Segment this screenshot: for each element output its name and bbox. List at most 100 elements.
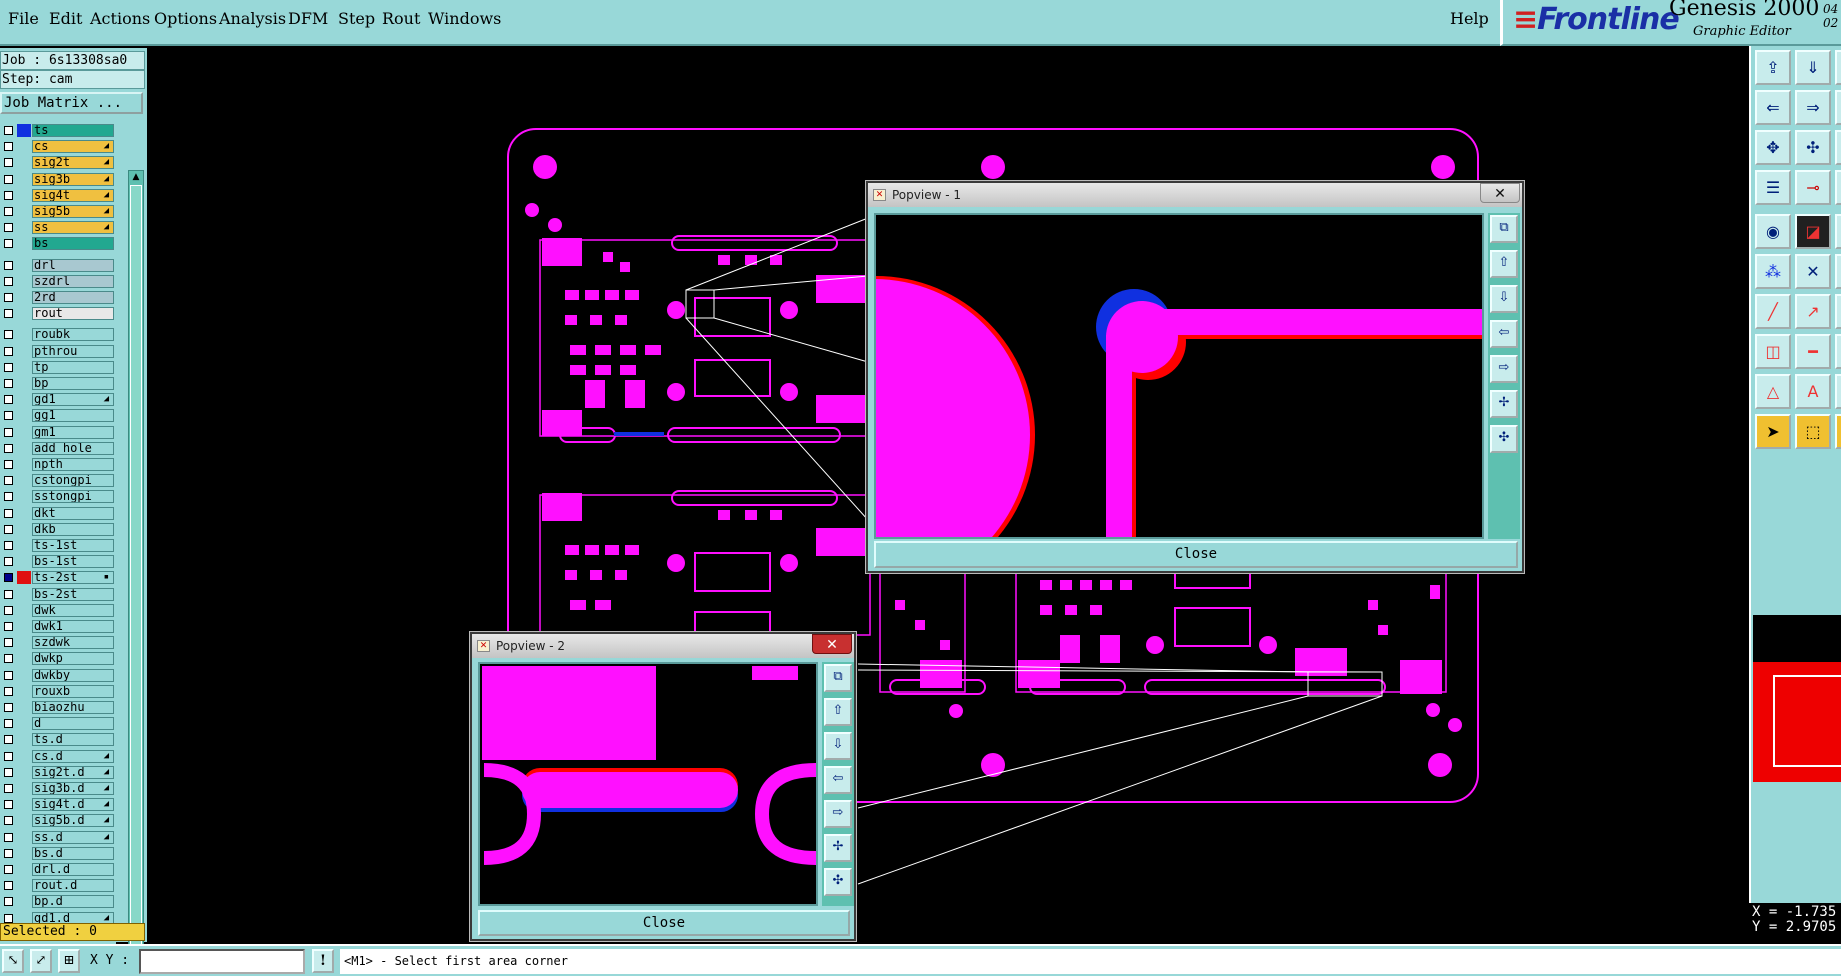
layer-row[interactable]: sig5b ◢	[0, 204, 116, 219]
layer-checkbox[interactable]	[4, 865, 13, 874]
layer-checkbox[interactable]	[4, 735, 13, 745]
scroll-thumb[interactable]	[130, 185, 142, 945]
zoom-all-icon[interactable]: ✥	[1755, 130, 1791, 165]
layer-name[interactable]: dwk1	[32, 620, 114, 633]
layer-row[interactable]: sig4t.d ◢	[0, 797, 116, 812]
layer-row[interactable]: sig2t ◢	[0, 155, 116, 170]
layer-checkbox[interactable]	[4, 719, 13, 729]
layer-row[interactable]: ts.d	[0, 732, 116, 747]
layer-name[interactable]: rout	[32, 307, 114, 321]
layer-row[interactable]: ts-1st	[0, 538, 116, 553]
popview-1-close-button[interactable]: Close	[874, 541, 1518, 568]
xy-input[interactable]	[139, 949, 305, 974]
layer-checkbox[interactable]	[4, 881, 13, 891]
layer-row[interactable]: gg1	[0, 408, 116, 423]
layer-checkbox[interactable]	[4, 589, 13, 599]
layer-row[interactable]: tp	[0, 360, 116, 375]
layer-row[interactable]: szdrl	[0, 274, 116, 289]
grid-icon[interactable]: ⊞	[58, 949, 80, 973]
layer-name[interactable]: ts.d	[32, 733, 114, 747]
layer-checkbox[interactable]	[4, 427, 13, 437]
layer-name[interactable]: npth	[32, 458, 114, 471]
layer-row[interactable]: pthrou	[0, 344, 116, 359]
layer-row[interactable]: add_hole	[0, 441, 116, 456]
minus-icon[interactable]: ━	[1795, 334, 1831, 369]
layer-row[interactable]: dkt	[0, 506, 116, 521]
properties-icon[interactable]: ☰	[1755, 170, 1791, 205]
layer-name[interactable]: dwkby	[32, 668, 114, 682]
layer-checkbox[interactable]	[4, 330, 13, 340]
text-a-icon[interactable]: A	[1795, 374, 1831, 409]
layer-checkbox[interactable]	[4, 622, 13, 631]
layer-name[interactable]: cs.d ◢	[32, 749, 114, 763]
layer-checkbox[interactable]	[4, 573, 13, 583]
layer-checkbox[interactable]	[4, 411, 13, 421]
layer-name[interactable]: sig2t.d ◢	[32, 765, 114, 779]
menu-file[interactable]: File	[8, 9, 39, 28]
pan-left-icon[interactable]: ⇦	[824, 766, 852, 794]
zoom-icon[interactable]: ✣	[1795, 130, 1831, 165]
layer-name[interactable]: cstongpi	[32, 474, 114, 488]
layer-name[interactable]: pthrou	[32, 344, 114, 358]
layer-row[interactable]: sig5b.d ◢	[0, 813, 116, 828]
layer-checkbox[interactable]	[4, 832, 13, 842]
layer-checkbox[interactable]	[4, 223, 13, 233]
layer-name[interactable]: ts-2st ▪	[32, 571, 114, 585]
layer-name[interactable]: sig4t ◢	[32, 188, 114, 202]
layer-name[interactable]: biaozhu	[32, 701, 114, 714]
pan-down-icon[interactable]: ⇩	[1490, 285, 1518, 313]
layer-name[interactable]: gm1	[32, 425, 114, 439]
layer-checkbox[interactable]	[4, 239, 13, 249]
layer-name[interactable]: bs-2st	[32, 587, 114, 601]
layer-checkbox[interactable]	[4, 158, 13, 168]
layer-row[interactable]: sstongpi	[0, 489, 116, 504]
pan-left-icon[interactable]: ⇦	[1490, 320, 1518, 348]
pan-up-icon[interactable]: ⇧	[1490, 250, 1518, 278]
menu-options[interactable]: Options	[154, 9, 217, 28]
layer-checkbox[interactable]	[4, 767, 13, 777]
layer-checkbox[interactable]	[4, 654, 13, 664]
tool-icon[interactable]: ▢	[1835, 294, 1841, 329]
tool-icon[interactable]: ▢	[1835, 50, 1841, 85]
menu-actions[interactable]: Actions	[90, 9, 150, 28]
layer-color-swatch[interactable]	[17, 571, 31, 585]
measure-icon[interactable]: ⊸	[1795, 170, 1831, 205]
menu-analysis[interactable]: Analysis	[219, 9, 286, 28]
overview-preview[interactable]	[1753, 615, 1841, 782]
layer-checkbox[interactable]	[4, 703, 13, 712]
layer-name[interactable]: ts	[32, 124, 114, 137]
layer-row[interactable]: gm1	[0, 425, 116, 440]
layer-name[interactable]: szdwk	[32, 636, 114, 650]
layer-checkbox[interactable]	[4, 362, 13, 372]
layer-name[interactable]: rout.d	[32, 879, 114, 893]
tool-icon[interactable]: ▢	[1835, 414, 1841, 449]
layer-row[interactable]: sig4t ◢	[0, 188, 116, 203]
layer-name[interactable]: bs	[32, 237, 114, 251]
layer-name[interactable]: ts-1st	[32, 539, 114, 552]
select-area-icon[interactable]: ⬚	[1795, 414, 1831, 449]
layer-name[interactable]: sstongpi	[32, 490, 114, 504]
left-arrow-icon[interactable]: ⇐	[1755, 90, 1791, 125]
zoom-out-icon[interactable]: ✣	[824, 868, 852, 896]
layer-name[interactable]: dwkp	[32, 652, 114, 666]
layer-name[interactable]: roubk	[32, 328, 114, 342]
layer-checkbox[interactable]	[4, 293, 13, 302]
node-icon[interactable]: ⁂	[1755, 254, 1791, 289]
layer-row[interactable]: bs.d	[0, 846, 116, 861]
layer-checkbox[interactable]	[4, 174, 13, 184]
tool-icon[interactable]: ▢	[1835, 90, 1841, 125]
zoom-in-icon[interactable]: ✢	[824, 834, 852, 862]
layer-row[interactable]: roubk	[0, 327, 116, 342]
layer-row[interactable]: bp	[0, 376, 116, 391]
menu-edit[interactable]: Edit	[49, 9, 82, 28]
tool-icon[interactable]: ▢	[1835, 214, 1841, 249]
layer-checkbox[interactable]	[4, 784, 13, 793]
layer-checkbox[interactable]	[4, 492, 13, 502]
layer-name[interactable]: dkt	[32, 506, 114, 520]
layer-checkbox[interactable]	[4, 751, 13, 761]
layer-row[interactable]: drl	[0, 258, 116, 273]
layer-row[interactable]: gd1 ◢	[0, 392, 116, 407]
layer-name[interactable]: ss ◢	[32, 221, 114, 235]
layer-name[interactable]: ss.d ◢	[32, 830, 114, 844]
down-arrow-icon[interactable]: ⇓	[1795, 50, 1831, 85]
